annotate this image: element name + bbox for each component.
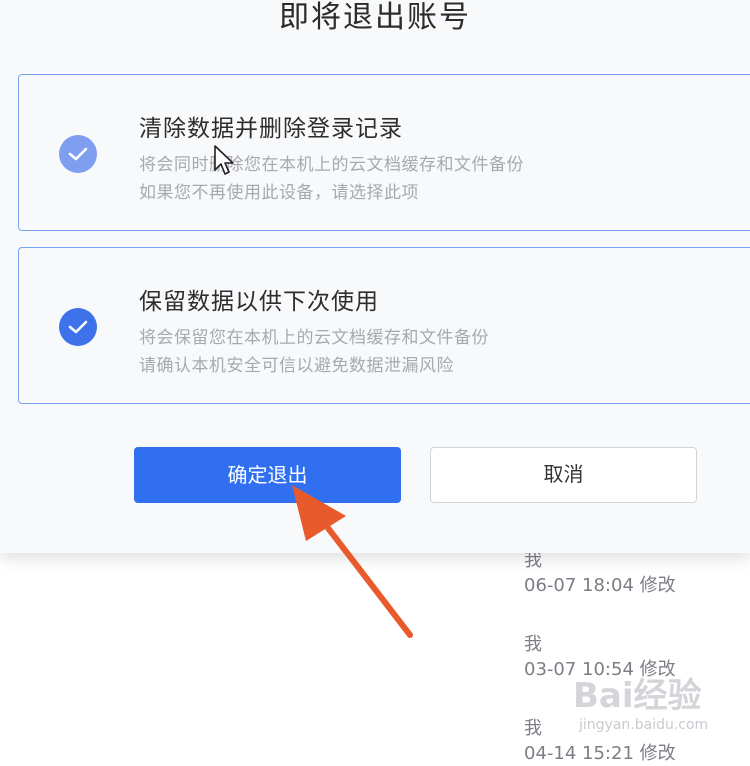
watermark: Bai经验 jingyan.baidu.com	[573, 668, 708, 733]
annotation-arrow-icon	[292, 485, 413, 638]
watermark-logo: Bai经验	[573, 676, 702, 716]
watermark-url: jingyan.baidu.com	[579, 717, 709, 733]
